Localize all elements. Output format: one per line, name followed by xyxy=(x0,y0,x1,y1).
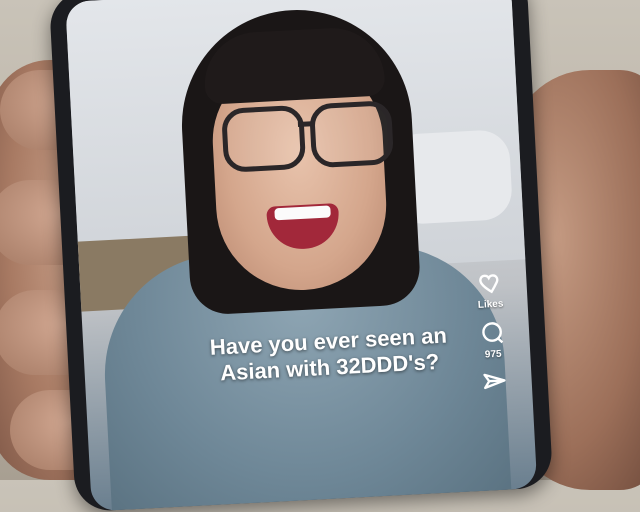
likes-label: Likes xyxy=(477,298,504,311)
heart-icon xyxy=(479,274,499,294)
share-button[interactable] xyxy=(481,369,508,396)
comment-count: 975 xyxy=(484,348,502,361)
phone: Have you ever seen an Asian with 32DDD's… xyxy=(48,0,554,512)
glasses-bridge xyxy=(297,121,313,127)
comment-icon xyxy=(482,322,504,344)
glasses-left-lens xyxy=(221,104,307,173)
share-icon xyxy=(483,373,506,390)
video-frame[interactable] xyxy=(65,0,537,512)
comment-button[interactable]: 975 xyxy=(478,319,506,361)
glasses-right-lens xyxy=(308,100,395,169)
like-button[interactable]: Likes xyxy=(476,270,504,311)
phone-screen: Have you ever seen an Asian with 32DDD's… xyxy=(65,0,538,512)
action-rail: Likes 975 xyxy=(464,269,521,397)
